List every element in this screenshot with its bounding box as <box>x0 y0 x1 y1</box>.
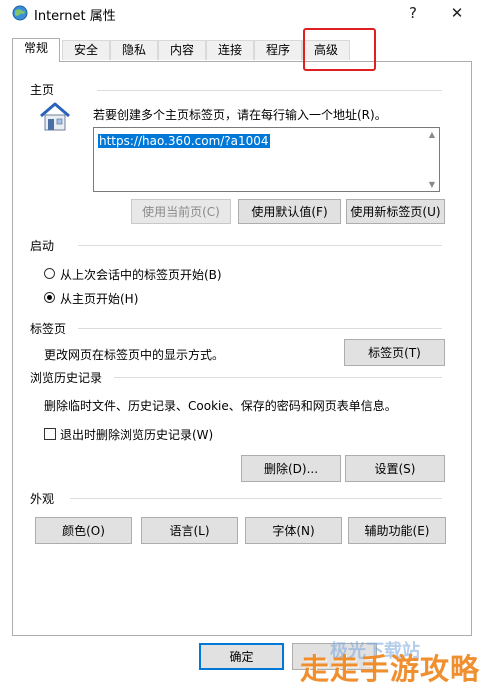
radio-home-page-label[interactable]: 从主页开始(H) <box>60 290 138 307</box>
use-current-button[interactable]: 使用当前页(C) <box>131 199 231 224</box>
home-url-value: https://hao.360.com/?a1004 <box>98 134 270 148</box>
fonts-button[interactable]: 字体(N) <box>245 517 342 544</box>
scroll-up-icon[interactable]: ▲ <box>427 130 437 139</box>
tab-strip: 常规 安全 隐私 内容 连接 程序 高级 <box>12 38 472 62</box>
radio-last-session-label[interactable]: 从上次会话中的标签页开始(B) <box>60 266 222 283</box>
tabs-section-divider <box>78 328 442 329</box>
history-settings-button[interactable]: 设置(S) <box>345 455 445 482</box>
startup-section-divider <box>78 245 442 246</box>
radio-last-session[interactable] <box>44 268 55 279</box>
watermark-bottom: 走走手游攻略 <box>300 652 481 686</box>
home-description: 若要创建多个主页标签页，请在每行输入一个地址(R)。 <box>93 108 387 122</box>
delete-on-exit-checkbox[interactable] <box>44 428 56 440</box>
delete-on-exit-label[interactable]: 退出时删除浏览历史记录(W) <box>60 426 213 443</box>
internet-globe-icon <box>12 5 28 21</box>
startup-section-label: 启动 <box>30 239 55 253</box>
use-default-button[interactable]: 使用默认值(F) <box>238 199 341 224</box>
home-url-textarea[interactable]: https://hao.360.com/?a1004 ▲ ▼ <box>93 127 440 192</box>
accessibility-button[interactable]: 辅助功能(E) <box>348 517 446 544</box>
tab-security[interactable]: 安全 <box>62 40 110 60</box>
use-new-tab-button[interactable]: 使用新标签页(U) <box>346 199 445 224</box>
tab-connections[interactable]: 连接 <box>206 40 254 60</box>
tabs-description: 更改网页在标签页中的显示方式。 <box>44 348 225 362</box>
close-button[interactable]: ✕ <box>442 0 472 28</box>
scroll-down-icon[interactable]: ▼ <box>427 180 437 189</box>
tabs-settings-button[interactable]: 标签页(T) <box>344 339 445 366</box>
highlight-annotation <box>303 28 376 71</box>
window-title: Internet 属性 <box>34 9 116 24</box>
colors-button[interactable]: 颜色(O) <box>35 517 132 544</box>
tab-general[interactable]: 常规 <box>12 38 60 62</box>
title-bar: Internet 属性 ? ✕ <box>0 0 485 28</box>
home-house-icon <box>38 101 72 136</box>
radio-home-page[interactable] <box>44 292 55 303</box>
help-button[interactable]: ? <box>398 0 428 28</box>
tabs-section-label: 标签页 <box>30 322 67 336</box>
appearance-section-divider <box>70 498 442 499</box>
home-section-divider <box>97 90 442 91</box>
appearance-section-label: 外观 <box>30 492 55 506</box>
ok-button[interactable]: 确定 <box>199 643 284 670</box>
tab-privacy[interactable]: 隐私 <box>110 40 158 60</box>
home-section-label: 主页 <box>30 83 55 97</box>
languages-button[interactable]: 语言(L) <box>141 517 238 544</box>
tab-content[interactable]: 内容 <box>158 40 206 60</box>
history-section-divider <box>114 377 442 378</box>
delete-history-button[interactable]: 删除(D)... <box>241 455 341 482</box>
history-description: 删除临时文件、历史记录、Cookie、保存的密码和网页表单信息。 <box>44 399 397 413</box>
tab-programs[interactable]: 程序 <box>254 40 302 60</box>
history-section-label: 浏览历史记录 <box>30 371 103 385</box>
